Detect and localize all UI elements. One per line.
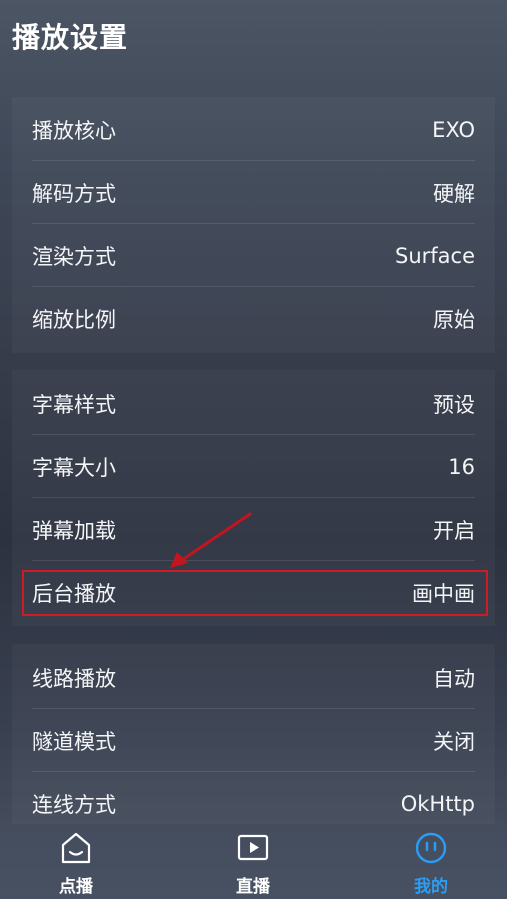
tab-label: 我的 <box>414 877 448 897</box>
setting-value: OkHttp <box>400 792 475 816</box>
setting-value: Surface <box>394 244 475 268</box>
tab-vod[interactable]: 点播 <box>16 828 136 898</box>
page-title: 播放设置 <box>12 21 129 54</box>
divider <box>32 497 475 498</box>
divider <box>32 434 475 435</box>
divider <box>32 160 475 161</box>
setting-label: 连线方式 <box>32 793 116 817</box>
setting-label: 字幕大小 <box>32 456 116 480</box>
home-face-icon <box>61 832 91 864</box>
tab-label: 直播 <box>236 877 270 897</box>
tab-live[interactable]: 直播 <box>193 828 313 898</box>
setting-row-tunnel-mode[interactable]: 隧道模式 关闭 <box>32 710 475 772</box>
setting-row-decode-mode[interactable]: 解码方式 硬解 <box>32 162 475 224</box>
divider <box>32 708 475 709</box>
setting-value: 关闭 <box>433 730 475 754</box>
setting-value: 原始 <box>433 308 475 332</box>
setting-label: 缩放比例 <box>32 308 116 332</box>
setting-value: 预设 <box>433 393 475 417</box>
divider <box>32 223 475 224</box>
setting-label: 弹幕加载 <box>32 519 116 543</box>
setting-row-subtitle-size[interactable]: 字幕大小 16 <box>32 436 475 498</box>
setting-row-render-mode[interactable]: 渲染方式 Surface <box>32 225 475 287</box>
annotation-arrow-icon <box>170 512 252 568</box>
face-circle-icon <box>415 832 447 864</box>
setting-label: 渲染方式 <box>32 245 116 269</box>
setting-row-subtitle-style[interactable]: 字幕样式 预设 <box>32 373 475 435</box>
divider <box>32 771 475 772</box>
setting-label: 播放核心 <box>32 119 116 143</box>
setting-value: EXO <box>432 118 475 142</box>
setting-value: 硬解 <box>433 182 475 206</box>
highlight-box-annotation <box>22 570 488 616</box>
setting-label: 字幕样式 <box>32 393 116 417</box>
tab-label: 点播 <box>59 877 93 897</box>
setting-label: 线路播放 <box>32 667 116 691</box>
setting-label: 隧道模式 <box>32 730 116 754</box>
setting-row-route-playback[interactable]: 线路播放 自动 <box>32 647 475 709</box>
settings-group-network: 线路播放 自动 隧道模式 关闭 连线方式 OkHttp <box>12 644 495 824</box>
play-box-icon <box>237 834 269 861</box>
setting-value: 16 <box>448 455 475 479</box>
setting-value: 开启 <box>433 519 475 543</box>
settings-group-player: 播放核心 EXO 解码方式 硬解 渲染方式 Surface 缩放比例 原始 <box>12 97 495 353</box>
setting-row-scale-ratio[interactable]: 缩放比例 原始 <box>32 288 475 350</box>
setting-row-player-core[interactable]: 播放核心 EXO <box>32 99 475 161</box>
tab-mine[interactable]: 我的 <box>371 828 491 898</box>
setting-value: 自动 <box>433 667 475 691</box>
divider <box>32 286 475 287</box>
setting-label: 解码方式 <box>32 182 116 206</box>
